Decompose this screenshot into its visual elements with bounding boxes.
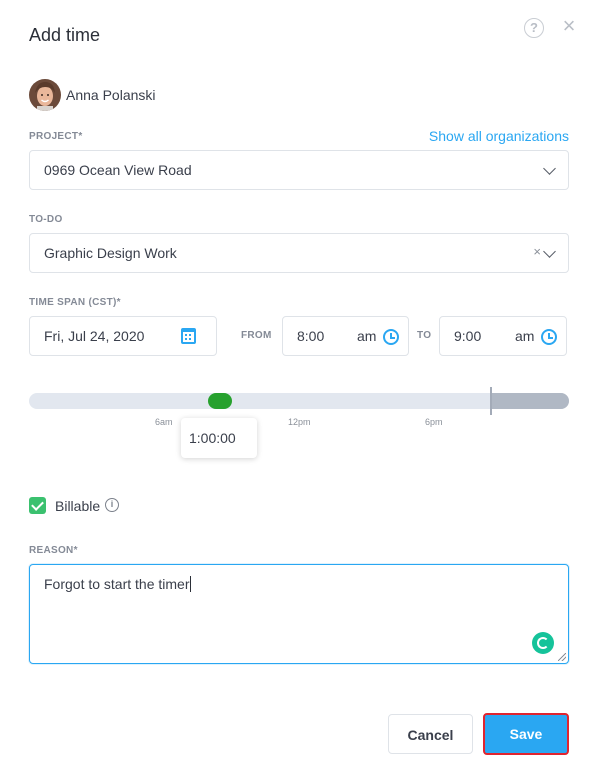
timeline-tick: 6pm [425,417,443,427]
project-select[interactable]: 0969 Ocean View Road [29,150,569,190]
todo-label: TO-DO [29,214,63,225]
to-ampm: am [515,328,535,344]
duration-tooltip: 1:00:00 [181,418,257,458]
chevron-down-icon [543,162,556,175]
user-row: Anna Polanski [29,79,156,111]
from-time-value: 8:00 [297,328,325,344]
info-icon[interactable]: i [105,498,119,512]
calendar-icon[interactable] [181,328,196,344]
reason-textarea[interactable]: Forgot to start the timer [29,564,569,664]
show-all-organizations-link[interactable]: Show all organizations [429,128,569,144]
timeline-track[interactable] [29,393,569,409]
billable-checkbox[interactable] [29,497,46,514]
add-time-dialog: Add time ? × Anna Polanski PROJECT* Show… [0,0,589,781]
todo-select[interactable]: Graphic Design Work × [29,233,569,273]
chevron-down-icon [543,245,556,258]
from-label: FROM [241,330,272,341]
cancel-button[interactable]: Cancel [388,714,473,754]
date-picker[interactable]: Fri, Jul 24, 2020 [29,316,217,356]
reason-value: Forgot to start the timer [44,576,191,592]
billable-label[interactable]: Billable [55,498,100,514]
clock-icon[interactable] [541,329,557,345]
from-time-input[interactable]: 8:00 am [282,316,409,356]
from-ampm: am [357,328,377,344]
time-span-label: TIME SPAN (CST)* [29,297,121,308]
project-value: 0969 Ocean View Road [44,162,192,178]
clock-icon[interactable] [383,329,399,345]
resize-handle[interactable] [558,653,566,661]
clear-icon[interactable]: × [533,244,541,259]
project-label: PROJECT* [29,131,83,142]
grammarly-icon[interactable] [532,632,554,654]
timeline-tick: 12pm [288,417,311,427]
dialog-title: Add time [29,25,101,45]
close-icon[interactable]: × [559,15,579,37]
to-label: TO [417,330,432,341]
save-button[interactable]: Save [483,713,569,755]
to-time-input[interactable]: 9:00 am [439,316,567,356]
timeline-now-marker [490,387,492,415]
timeline-tick: 6am [155,417,173,427]
user-name: Anna Polanski [66,87,156,103]
date-value: Fri, Jul 24, 2020 [44,328,145,344]
to-time-value: 9:00 [454,328,482,344]
timeline-future-range [490,393,569,409]
todo-value: Graphic Design Work [44,245,177,261]
help-icon[interactable]: ? [524,18,544,38]
avatar [29,79,61,111]
timeline-range-handle[interactable] [208,393,232,409]
reason-label: REASON* [29,545,78,556]
